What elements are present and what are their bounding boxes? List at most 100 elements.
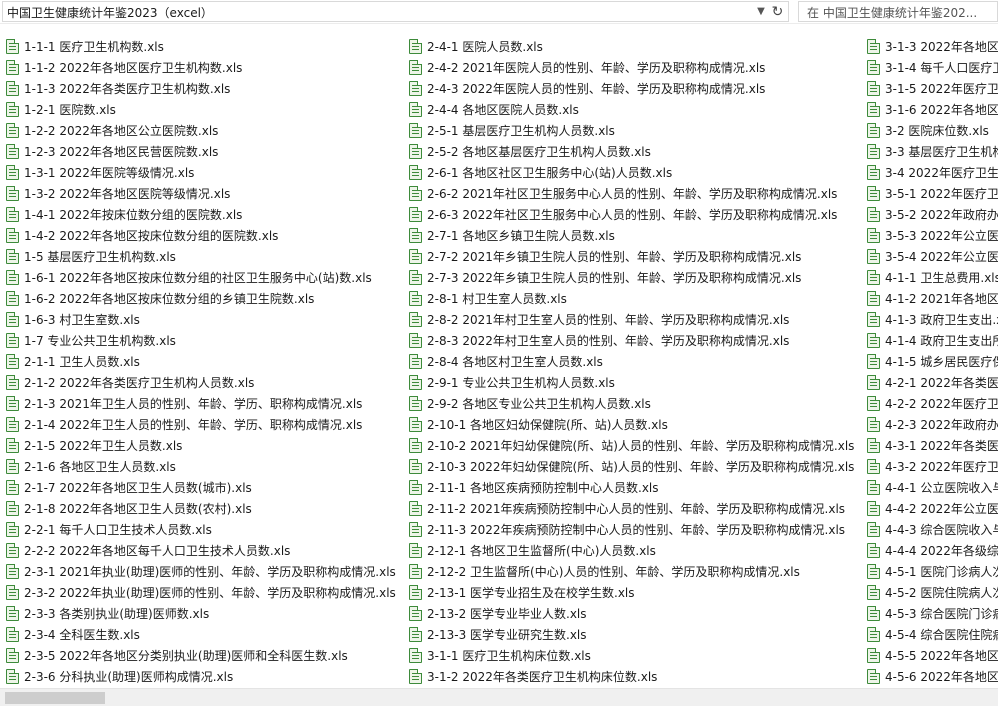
file-item[interactable]: 4-2-1 2022年各类医疗 [865,372,998,393]
file-item[interactable]: 2-2-1 每千人口卫生技术人员数.xls [4,519,404,540]
file-item[interactable]: 2-1-6 各地区卫生人员数.xls [4,456,404,477]
scrollbar-thumb[interactable] [5,692,105,704]
file-item[interactable]: 1-2-2 2022年各地区公立医院数.xls [4,120,404,141]
file-item[interactable]: 2-6-1 各地区社区卫生服务中心(站)人员数.xls [407,162,863,183]
file-item[interactable]: 2-8-2 2021年村卫生室人员的性别、年龄、学历及职称构成情况.xls [407,309,863,330]
file-item[interactable]: 4-1-2 2021年各地区 [865,288,998,309]
file-item[interactable]: 2-12-2 卫生监督所(中心)人员的性别、年龄、学历及职称构成情况.xls [407,561,863,582]
file-item[interactable]: 2-10-3 2022年妇幼保健院(所、站)人员的性别、年龄、学历及职称构成情况… [407,456,863,477]
file-item[interactable]: 2-1-1 卫生人员数.xls [4,351,404,372]
file-item[interactable]: 3-2 医院床位数.xls [865,120,998,141]
file-item[interactable]: 4-5-3 综合医院门诊病 [865,603,998,624]
file-item[interactable]: 4-1-4 政府卫生支出所 [865,330,998,351]
file-item[interactable]: 4-1-5 城乡居民医疗保 [865,351,998,372]
file-item[interactable]: 3-1-1 医疗卫生机构床位数.xls [407,645,863,666]
file-item[interactable]: 2-8-4 各地区村卫生室人员数.xls [407,351,863,372]
file-item[interactable]: 2-11-3 2022年疾病预防控制中心人员的性别、年龄、学历及职称构成情况.x… [407,519,863,540]
file-item[interactable]: 1-1-3 2022年各类医疗卫生机构数.xls [4,78,404,99]
file-item[interactable]: 2-6-3 2022年社区卫生服务中心人员的性别、年龄、学历及职称构成情况.xl… [407,204,863,225]
file-item[interactable]: 2-9-2 各地区专业公共卫生机构人员数.xls [407,393,863,414]
file-item[interactable]: 2-13-1 医学专业招生及在校学生数.xls [407,582,863,603]
file-item[interactable]: 3-1-2 2022年各类医疗卫生机构床位数.xls [407,666,863,687]
file-item[interactable]: 4-2-3 2022年政府办医 [865,414,998,435]
file-item[interactable]: 2-13-3 医学专业研究生数.xls [407,624,863,645]
file-item[interactable]: 4-3-1 2022年各类医疗 [865,435,998,456]
file-item[interactable]: 4-4-1 公立医院收入与 [865,477,998,498]
file-item[interactable]: 3-5-1 2022年医疗卫生 [865,183,998,204]
file-item[interactable]: 2-4-1 医院人员数.xls [407,36,863,57]
file-item[interactable]: 3-1-6 2022年各地区 [865,99,998,120]
file-item[interactable]: 1-2-3 2022年各地区民营医院数.xls [4,141,404,162]
file-item[interactable]: 2-2-2 2022年各地区每千人口卫生技术人员数.xls [4,540,404,561]
file-item[interactable]: 1-6-2 2022年各地区按床位数分组的乡镇卫生院数.xls [4,288,404,309]
file-item[interactable]: 4-5-5 2022年各地区医 [865,645,998,666]
file-name: 4-1-4 政府卫生支出所 [885,334,998,348]
file-item[interactable]: 1-3-1 2022年医院等级情况.xls [4,162,404,183]
excel-file-icon [409,396,422,411]
file-item[interactable]: 2-7-2 2021年乡镇卫生院人员的性别、年龄、学历及职称构成情况.xls [407,246,863,267]
file-item[interactable]: 1-1-2 2022年各地区医疗卫生机构数.xls [4,57,404,78]
address-bar[interactable]: 中国卫生健康统计年鉴2023（excel） ▼ [2,1,768,22]
file-item[interactable]: 4-1-3 政府卫生支出.xls [865,309,998,330]
file-item[interactable]: 1-2-1 医院数.xls [4,99,404,120]
file-item[interactable]: 2-11-2 2021年疾病预防控制中心人员的性别、年龄、学历及职称构成情况.x… [407,498,863,519]
file-item[interactable]: 4-1-1 卫生总费用.xls [865,267,998,288]
file-item[interactable]: 4-5-1 医院门诊病人次 [865,561,998,582]
file-item[interactable]: 2-1-8 2022年各地区卫生人员数(农村).xls [4,498,404,519]
file-item[interactable]: 1-6-3 村卫生室数.xls [4,309,404,330]
file-item[interactable]: 3-1-3 2022年各地区 [865,36,998,57]
file-item[interactable]: 2-12-1 各地区卫生监督所(中心)人员数.xls [407,540,863,561]
file-item[interactable]: 2-8-3 2022年村卫生室人员的性别、年龄、学历及职称构成情况.xls [407,330,863,351]
search-box[interactable]: 在 中国卫生健康统计年鉴202... [798,1,998,22]
file-item[interactable]: 4-4-2 2022年公立医 [865,498,998,519]
file-item[interactable]: 4-2-2 2022年医疗卫生 [865,393,998,414]
file-item[interactable]: 3-1-4 每千人口医疗卫 [865,57,998,78]
file-item[interactable]: 2-6-2 2021年社区卫生服务中心人员的性别、年龄、学历及职称构成情况.xl… [407,183,863,204]
file-item[interactable]: 2-4-3 2022年医院人员的性别、年龄、学历及职称构成情况.xls [407,78,863,99]
file-item[interactable]: 3-1-5 2022年医疗卫生 [865,78,998,99]
file-item[interactable]: 1-1-1 医疗卫生机构数.xls [4,36,404,57]
file-item[interactable]: 4-4-4 2022年各级综合 [865,540,998,561]
file-item[interactable]: 4-5-4 综合医院住院病 [865,624,998,645]
file-item[interactable]: 2-1-2 2022年各类医疗卫生机构人员数.xls [4,372,404,393]
file-item[interactable]: 2-4-2 2021年医院人员的性别、年龄、学历及职称构成情况.xls [407,57,863,78]
file-item[interactable]: 2-5-1 基层医疗卫生机构人员数.xls [407,120,863,141]
file-item[interactable]: 2-1-7 2022年各地区卫生人员数(城市).xls [4,477,404,498]
file-item[interactable]: 1-5 基层医疗卫生机构数.xls [4,246,404,267]
file-item[interactable]: 2-7-3 2022年乡镇卫生院人员的性别、年龄、学历及职称构成情况.xls [407,267,863,288]
file-item[interactable]: 2-10-2 2021年妇幼保健院(所、站)人员的性别、年龄、学历及职称构成情况… [407,435,863,456]
file-item[interactable]: 1-4-2 2022年各地区按床位数分组的医院数.xls [4,225,404,246]
file-item[interactable]: 1-3-2 2022年各地区医院等级情况.xls [4,183,404,204]
file-item[interactable]: 2-9-1 专业公共卫生机构人员数.xls [407,372,863,393]
file-item[interactable]: 2-5-2 各地区基层医疗卫生机构人员数.xls [407,141,863,162]
file-item[interactable]: 2-3-5 2022年各地区分类别执业(助理)医师和全科医生数.xls [4,645,404,666]
file-item[interactable]: 4-4-3 综合医院收入与 [865,519,998,540]
file-item[interactable]: 4-3-2 2022年医疗卫生 [865,456,998,477]
file-item[interactable]: 1-7 专业公共卫生机构数.xls [4,330,404,351]
file-item[interactable]: 1-6-1 2022年各地区按床位数分组的社区卫生服务中心(站)数.xls [4,267,404,288]
file-item[interactable]: 3-5-2 2022年政府办医 [865,204,998,225]
file-item[interactable]: 2-4-4 各地区医院人员数.xls [407,99,863,120]
file-item[interactable]: 2-3-1 2021年执业(助理)医师的性别、年龄、学历及职称构成情况.xls [4,561,404,582]
file-item[interactable]: 2-11-1 各地区疾病预防控制中心人员数.xls [407,477,863,498]
file-item[interactable]: 2-3-3 各类别执业(助理)医师数.xls [4,603,404,624]
file-item[interactable]: 2-3-2 2022年执业(助理)医师的性别、年龄、学历及职称构成情况.xls [4,582,404,603]
file-item[interactable]: 2-3-4 全科医生数.xls [4,624,404,645]
refresh-button[interactable]: ↻ [767,1,789,22]
file-item[interactable]: 2-1-3 2021年卫生人员的性别、年龄、学历、职称构成情况.xls [4,393,404,414]
file-item[interactable]: 3-5-3 2022年公立医 [865,225,998,246]
file-item[interactable]: 1-4-1 2022年按床位数分组的医院数.xls [4,204,404,225]
file-item[interactable]: 2-3-6 分科执业(助理)医师构成情况.xls [4,666,404,687]
file-item[interactable]: 2-8-1 村卫生室人员数.xls [407,288,863,309]
file-item[interactable]: 3-4 2022年医疗卫生 [865,162,998,183]
file-item[interactable]: 4-5-6 2022年各地区公 [865,666,998,687]
file-item[interactable]: 2-13-2 医学专业毕业人数.xls [407,603,863,624]
horizontal-scrollbar[interactable] [0,688,998,706]
file-item[interactable]: 2-10-1 各地区妇幼保健院(所、站)人员数.xls [407,414,863,435]
file-item[interactable]: 4-5-2 医院住院病人次 [865,582,998,603]
file-item[interactable]: 2-7-1 各地区乡镇卫生院人员数.xls [407,225,863,246]
file-item[interactable]: 3-3 基层医疗卫生机构 [865,141,998,162]
file-item[interactable]: 2-1-5 2022年卫生人员数.xls [4,435,404,456]
file-item[interactable]: 3-5-4 2022年公立医 [865,246,998,267]
file-item[interactable]: 2-1-4 2022年卫生人员的性别、年龄、学历、职称构成情况.xls [4,414,404,435]
